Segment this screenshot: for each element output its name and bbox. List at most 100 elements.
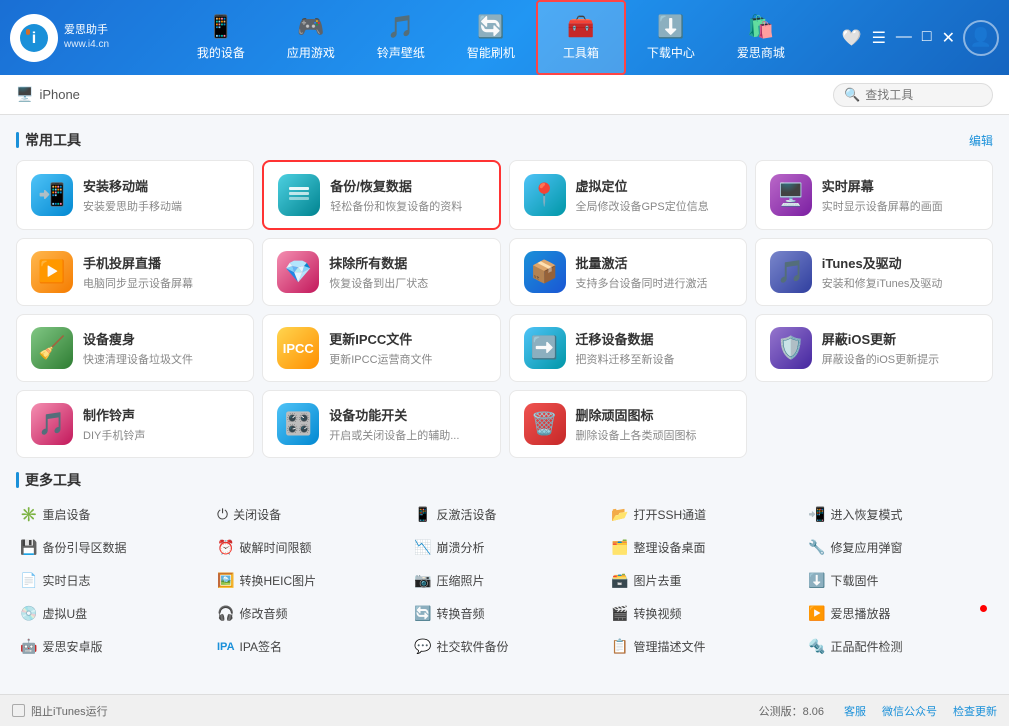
compress-label: 压缩照片 bbox=[436, 572, 484, 589]
more-tool-heic[interactable]: 🖼️ 转换HEIC图片 bbox=[213, 566, 402, 595]
update-ipcc-name: 更新IPCC文件 bbox=[329, 329, 485, 348]
search-box[interactable]: 🔍 bbox=[833, 83, 993, 107]
more-tool-video[interactable]: 🎬 转换视频 bbox=[607, 599, 796, 628]
tool-install-mobile[interactable]: 📲 安装移动端 安装爱思助手移动端 bbox=[16, 160, 254, 230]
tool-update-ipcc[interactable]: IPCC 更新IPCC文件 更新IPCC运营商文件 bbox=[262, 314, 500, 382]
backup-guide-icon: 💾 bbox=[20, 539, 37, 556]
nav-toolbox[interactable]: 🧰 工具箱 bbox=[536, 0, 626, 75]
more-tool-shutdown[interactable]: ⏻ 关闭设备 bbox=[213, 500, 402, 529]
recovery-icon: 📲 bbox=[808, 506, 825, 523]
audio-label: 修改音频 bbox=[239, 605, 287, 622]
tool-backup-restore[interactable]: 备份/恢复数据 轻松备份和恢复设备的资料 bbox=[262, 160, 500, 230]
more-tool-ipa-sign[interactable]: IPA IPA签名 bbox=[213, 632, 402, 661]
nav-app-icon: 🎮 bbox=[297, 14, 324, 40]
more-tool-organize[interactable]: 🗂️ 整理设备桌面 bbox=[607, 533, 796, 562]
reboot-icon: ✳️ bbox=[20, 506, 37, 523]
more-tool-log[interactable]: 📄 实时日志 bbox=[16, 566, 205, 595]
more-tool-convert-audio[interactable]: 🔄 转换音频 bbox=[410, 599, 599, 628]
more-tool-reboot[interactable]: ✳️ 重启设备 bbox=[16, 500, 205, 529]
more-tool-audio[interactable]: 🎧 修改音频 bbox=[213, 599, 402, 628]
genuine-icon: 🔩 bbox=[808, 638, 825, 655]
nav-toolbox-icon: 🧰 bbox=[567, 14, 594, 40]
more-tool-profile[interactable]: 📋 管理描述文件 bbox=[607, 632, 796, 661]
heart-icon[interactable]: 🤍 bbox=[842, 28, 862, 48]
nav-smart-flash[interactable]: 🔄 智能刷机 bbox=[446, 0, 536, 75]
service-link[interactable]: 客服 bbox=[844, 703, 866, 719]
profile-label: 管理描述文件 bbox=[633, 638, 705, 655]
more-tool-social[interactable]: 💬 社交软件备份 bbox=[410, 632, 599, 661]
minimize-icon[interactable]: — bbox=[896, 28, 912, 48]
tool-block-ios[interactable]: 🛡️ 屏蔽iOS更新 屏蔽设备的iOS更新提示 bbox=[755, 314, 993, 382]
tool-itunes-driver[interactable]: 🎵 iTunes及驱动 安装和修复iTunes及驱动 bbox=[755, 238, 993, 306]
phone-cast-icon: ▶️ bbox=[31, 251, 73, 293]
common-tools-header: 常用工具 编辑 bbox=[16, 130, 993, 150]
more-tools-header: 更多工具 bbox=[16, 470, 993, 490]
wechat-link[interactable]: 微信公众号 bbox=[882, 703, 937, 719]
logo-area: i 爱思助手 www.i4.cn bbox=[10, 14, 140, 62]
more-tool-backup-guide[interactable]: 💾 备份引导区数据 bbox=[16, 533, 205, 562]
nav-store[interactable]: 🛍️ 爱思商城 bbox=[716, 0, 806, 75]
user-avatar[interactable]: 👤 bbox=[963, 20, 999, 56]
update-link[interactable]: 检查更新 bbox=[953, 703, 997, 719]
phone-cast-desc: 电脑同步显示设备屏幕 bbox=[83, 275, 239, 291]
player-dot bbox=[980, 605, 987, 612]
search-icon: 🔍 bbox=[844, 87, 860, 103]
organize-icon: 🗂️ bbox=[611, 539, 628, 556]
make-ringtone-icon: 🎵 bbox=[31, 403, 73, 445]
delete-icons-info: 删除顽固图标 删除设备上各类顽固图标 bbox=[576, 405, 732, 443]
more-tool-break-time[interactable]: ⏰ 破解时间限额 bbox=[213, 533, 402, 562]
nav-ringtone[interactable]: 🎵 铃声壁纸 bbox=[356, 0, 446, 75]
more-tool-udisk[interactable]: 💿 虚拟U盘 bbox=[16, 599, 205, 628]
nav-download[interactable]: ⬇️ 下载中心 bbox=[626, 0, 716, 75]
tool-phone-cast[interactable]: ▶️ 手机投屏直播 电脑同步显示设备屏幕 bbox=[16, 238, 254, 306]
more-tool-fix-crash[interactable]: 🔧 修复应用弹窗 bbox=[804, 533, 993, 562]
udisk-label: 虚拟U盘 bbox=[42, 605, 87, 622]
device-func-desc: 开启或关闭设备上的辅助... bbox=[329, 427, 485, 443]
device-info: 🖥️ iPhone bbox=[16, 86, 80, 103]
svg-text:i: i bbox=[32, 30, 36, 47]
nav-store-icon: 🛍️ bbox=[747, 14, 774, 40]
tool-batch-activate[interactable]: 📦 批量激活 支持多台设备同时进行激活 bbox=[509, 238, 747, 306]
erase-all-name: 抹除所有数据 bbox=[329, 253, 485, 272]
itunes-checkbox[interactable] bbox=[12, 704, 25, 717]
deactivate-icon: 📱 bbox=[414, 506, 431, 523]
tool-device-slim[interactable]: 🧹 设备瘦身 快速清理设备垃圾文件 bbox=[16, 314, 254, 382]
search-input[interactable] bbox=[865, 88, 985, 102]
nav-app-games[interactable]: 🎮 应用游戏 bbox=[266, 0, 356, 75]
more-tool-ssh[interactable]: 📂 打开SSH通道 bbox=[607, 500, 796, 529]
menu-icon[interactable]: ☰ bbox=[872, 28, 886, 48]
more-tool-recovery[interactable]: 📲 进入恢复模式 bbox=[804, 500, 993, 529]
tool-virtual-location[interactable]: 📍 虚拟定位 全局修改设备GPS定位信息 bbox=[509, 160, 747, 230]
update-ipcc-info: 更新IPCC文件 更新IPCC运营商文件 bbox=[329, 329, 485, 367]
android-icon: 🤖 bbox=[20, 638, 37, 655]
tool-erase-all[interactable]: 💎 抹除所有数据 恢复设备到出厂状态 bbox=[262, 238, 500, 306]
install-mobile-name: 安装移动端 bbox=[83, 176, 239, 195]
more-tool-dedup[interactable]: 🗃️ 图片去重 bbox=[607, 566, 796, 595]
nav-my-device[interactable]: 📱 我的设备 bbox=[176, 0, 266, 75]
batch-activate-info: 批量激活 支持多台设备同时进行激活 bbox=[576, 253, 732, 291]
more-tool-deactivate[interactable]: 📱 反激活设备 bbox=[410, 500, 599, 529]
common-tools-grid: 📲 安装移动端 安装爱思助手移动端 备份/恢复数据 轻松备份和恢复设备的资料 📍 bbox=[16, 160, 993, 458]
more-tool-genuine[interactable]: 🔩 正品配件检测 bbox=[804, 632, 993, 661]
audio-icon: 🎧 bbox=[217, 605, 234, 622]
tool-device-func[interactable]: 🎛️ 设备功能开关 开启或关闭设备上的辅助... bbox=[262, 390, 500, 458]
nav-toolbox-label: 工具箱 bbox=[563, 44, 599, 61]
maximize-icon[interactable]: □ bbox=[922, 28, 932, 48]
footer: 阻止iTunes运行 公测版：8.06 客服 微信公众号 检查更新 bbox=[0, 694, 1009, 726]
realtime-screen-desc: 实时显示设备屏幕的画面 bbox=[822, 198, 978, 214]
tool-migrate-data[interactable]: ➡️ 迁移设备数据 把资料迁移至新设备 bbox=[509, 314, 747, 382]
itunes-driver-desc: 安装和修复iTunes及驱动 bbox=[822, 275, 978, 291]
close-icon[interactable]: ✕ bbox=[942, 28, 955, 48]
more-tool-firmware[interactable]: ⬇️ 下载固件 bbox=[804, 566, 993, 595]
more-tool-player[interactable]: ▶️ 爱思播放器 bbox=[804, 599, 993, 628]
more-tool-crash[interactable]: 📉 崩溃分析 bbox=[410, 533, 599, 562]
more-tool-compress[interactable]: 📷 压缩照片 bbox=[410, 566, 599, 595]
install-mobile-info: 安装移动端 安装爱思助手移动端 bbox=[83, 176, 239, 214]
tool-realtime-screen[interactable]: 🖥️ 实时屏幕 实时显示设备屏幕的画面 bbox=[755, 160, 993, 230]
edit-button[interactable]: 编辑 bbox=[969, 132, 993, 149]
tool-delete-icons[interactable]: 🗑️ 删除顽固图标 删除设备上各类顽固图标 bbox=[509, 390, 747, 458]
more-tool-android[interactable]: 🤖 爱思安卓版 bbox=[16, 632, 205, 661]
tool-make-ringtone[interactable]: 🎵 制作铃声 DIY手机铃声 bbox=[16, 390, 254, 458]
nav-ringtone-label: 铃声壁纸 bbox=[377, 44, 425, 61]
device-slim-icon: 🧹 bbox=[31, 327, 73, 369]
